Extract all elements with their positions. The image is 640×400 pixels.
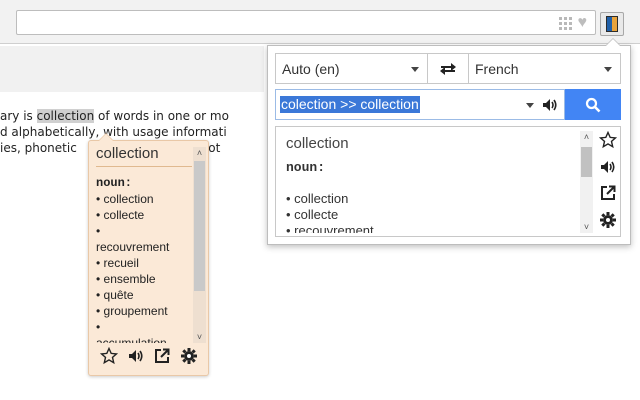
swap-icon [440,62,456,75]
star-icon[interactable] [599,131,617,149]
book-icon [606,16,618,32]
text-line: ary is collection of words in one or mo [0,109,229,123]
list-item: • ensemble [96,272,156,286]
scrollbar-thumb[interactable] [194,161,205,291]
inline-translation-bubble: collection noun: • collection • collecte… [88,133,209,376]
star-icon[interactable] [100,347,118,365]
speaker-icon[interactable] [542,97,558,113]
scrollbar-thumb[interactable] [581,147,592,177]
list-item: • collecte [96,208,145,222]
list-item: • recueil [96,256,139,270]
speaker-icon[interactable] [128,348,144,364]
gear-icon[interactable] [180,347,198,365]
bubble-part-of-speech: noun: [96,176,133,190]
browser-window: ♥ ary is collection of words in one or m… [0,0,640,400]
scroll-up-icon[interactable]: ˄ [580,131,593,143]
language-row: Auto (en) French [275,53,621,84]
browser-toolbar: ♥ [0,0,640,44]
bubble-word: collection [96,145,192,167]
translator-popup: Auto (en) French colection >> collection [267,38,631,245]
translation-result: collection noun: • collection • collecte… [275,126,621,237]
search-icon [585,97,601,112]
translate-input[interactable]: colection >> collection [275,89,565,120]
scroll-down-icon[interactable]: ˅ [580,221,593,233]
list-item: • [96,320,101,334]
heart-icon[interactable]: ♥ [578,15,588,31]
list-item: • groupement [96,304,168,318]
scroll-down-icon[interactable]: ˅ [193,331,206,343]
bubble-scrollbar[interactable]: ˄ ˅ [193,147,206,343]
list-item: accumulation [96,336,167,343]
text-line: d alphabetically, with usage informati [0,125,227,139]
list-item: • quête [96,288,134,302]
chevron-down-icon [411,67,419,72]
list-item: recouvrement [96,240,170,254]
list-item: • [96,224,101,238]
open-external-icon[interactable] [154,348,170,364]
list-item: • collection [96,192,154,206]
result-scrollbar[interactable]: ˄ ˅ [580,131,593,233]
source-language-select[interactable]: Auto (en) [275,53,428,84]
result-actions [598,131,618,229]
translate-button[interactable] [565,89,621,120]
list-item: • collecte [286,207,339,222]
scroll-up-icon[interactable]: ˄ [193,147,206,159]
speaker-icon[interactable] [599,159,617,175]
list-item: • collection [286,191,349,206]
page-banner [0,46,264,92]
gear-icon[interactable] [599,211,617,229]
input-row: colection >> collection [275,89,621,120]
target-language-select[interactable]: French [468,53,621,84]
open-external-icon[interactable] [600,185,616,201]
swap-languages-button[interactable] [428,53,468,84]
selected-word[interactable]: collection [36,109,95,123]
result-word: collection [286,135,349,152]
chevron-down-icon [604,67,612,72]
apps-grid-icon[interactable] [558,16,572,30]
list-item: • recouvrement [286,223,374,233]
result-part-of-speech: noun: [286,160,326,175]
dictionary-extension-button[interactable] [600,12,624,36]
address-bar[interactable]: ♥ [16,10,596,35]
bubble-actions [100,347,198,365]
history-dropdown-icon[interactable] [526,103,534,108]
